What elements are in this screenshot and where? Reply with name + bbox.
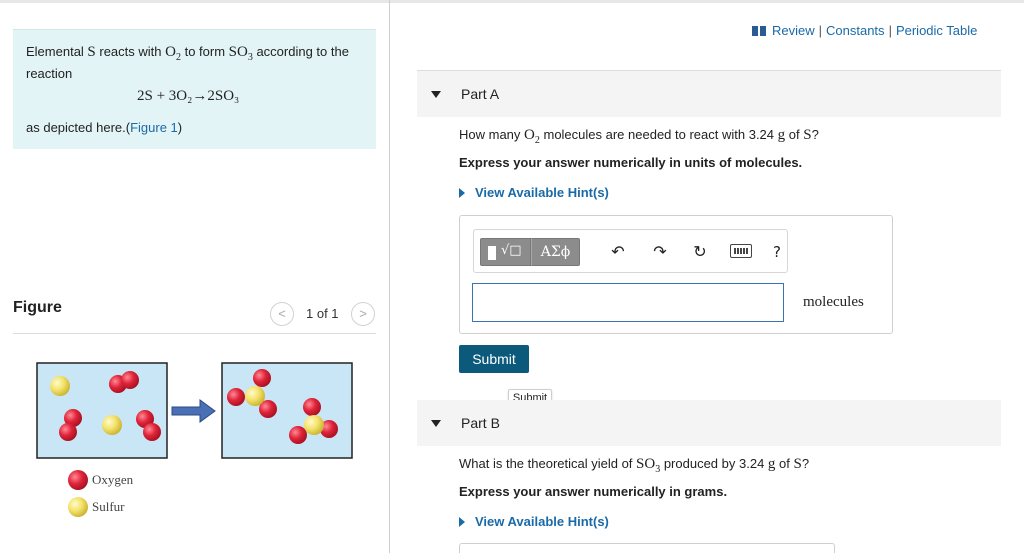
- collapse-caret-icon[interactable]: [431, 420, 441, 427]
- part-b-instruction: Express your answer numerically in grams…: [459, 484, 728, 499]
- answer-unit: molecules: [803, 294, 864, 310]
- sulfur-atom: [102, 415, 122, 435]
- part-b-question: What is the theoretical yield of SO3 pro…: [459, 456, 810, 475]
- pager-text: 1 of 1: [306, 306, 339, 321]
- block-icon: [488, 246, 496, 260]
- figure-link[interactable]: Figure 1: [130, 120, 178, 135]
- legend-oxygen-swatch: [68, 470, 88, 490]
- depicted-text: as depicted here.(Figure 1): [26, 120, 183, 135]
- part-a-label: Part A: [461, 86, 500, 102]
- intro-text: Elemental S reacts with O2 to form SO3 a…: [26, 44, 349, 81]
- sulfur-atom: [50, 376, 70, 396]
- part-b-answer-box: [459, 543, 835, 553]
- reaction-equation: 2S + 3O₂→2SO₃: [137, 88, 240, 104]
- redo-icon[interactable]: ↷: [649, 241, 671, 263]
- periodic-table-link[interactable]: Periodic Table: [896, 23, 977, 38]
- part-a-instruction: Express your answer numerically in units…: [459, 155, 803, 170]
- review-link[interactable]: Review: [772, 23, 815, 38]
- sqrt-icon: √□: [501, 243, 522, 258]
- constants-link[interactable]: Constants: [826, 23, 885, 38]
- figure-pager: < 1 of 1 >: [270, 302, 376, 326]
- submit-button[interactable]: Submit: [459, 345, 529, 373]
- oxygen-atom: [59, 423, 77, 441]
- expand-triangle-icon: [459, 516, 465, 527]
- reaction-arrow: [171, 399, 216, 423]
- prev-figure-button[interactable]: <: [270, 302, 294, 326]
- next-figure-button[interactable]: >: [351, 302, 375, 326]
- oxygen-atom: [303, 398, 321, 416]
- sulfur-atom: [245, 386, 265, 406]
- figure-title: Figure: [13, 299, 62, 316]
- expand-triangle-icon: [459, 187, 465, 198]
- collapse-caret-icon[interactable]: [431, 91, 441, 98]
- oxygen-atom: [121, 371, 139, 389]
- part-b-header[interactable]: Part B: [417, 400, 1001, 446]
- link-separator: |: [888, 23, 892, 38]
- math-toolbar: √□ ΑΣϕ ↶ ↷ ↻ ?: [473, 229, 788, 273]
- part-a-question: How many O2 molecules are needed to reac…: [459, 127, 819, 146]
- templates-button[interactable]: √□: [480, 238, 531, 266]
- book-icon: [752, 25, 766, 36]
- part-b-label: Part B: [461, 415, 500, 431]
- template-buttons: √□ ΑΣϕ: [480, 238, 580, 266]
- undo-icon[interactable]: ↶: [607, 241, 629, 263]
- top-links: Review | Constants | Periodic Table: [752, 23, 977, 38]
- legend-sulfur-swatch: [68, 497, 88, 517]
- link-separator: |: [818, 23, 823, 38]
- part-a-header[interactable]: Part A: [417, 71, 1001, 117]
- answer-box: √□ ΑΣϕ ↶ ↷ ↻ ? molecules: [459, 215, 893, 334]
- greek-symbols-button[interactable]: ΑΣϕ: [531, 238, 580, 266]
- answer-input[interactable]: [472, 283, 784, 322]
- legend-oxygen-label: Oxygen: [92, 472, 134, 487]
- reaction-figure: Oxygen Sulfur: [36, 362, 353, 517]
- part-b-hint-link[interactable]: View Available Hint(s): [459, 514, 609, 529]
- help-icon[interactable]: ?: [766, 241, 788, 263]
- figure-divider: [13, 333, 376, 334]
- sulfur-atom: [304, 415, 324, 435]
- legend-sulfur-label: Sulfur: [92, 499, 125, 514]
- keyboard-icon[interactable]: [730, 244, 752, 258]
- reset-icon[interactable]: ↻: [689, 241, 711, 263]
- oxygen-atom: [289, 426, 307, 444]
- oxygen-atom: [143, 423, 161, 441]
- oxygen-atom: [227, 388, 245, 406]
- problem-intro: Elemental S reacts with O2 to form SO3 a…: [13, 29, 376, 149]
- products-box: [221, 362, 353, 459]
- left-panel: Elemental S reacts with O2 to form SO3 a…: [0, 0, 390, 553]
- oxygen-atom: [253, 369, 271, 387]
- part-a-hint-link[interactable]: View Available Hint(s): [459, 185, 609, 200]
